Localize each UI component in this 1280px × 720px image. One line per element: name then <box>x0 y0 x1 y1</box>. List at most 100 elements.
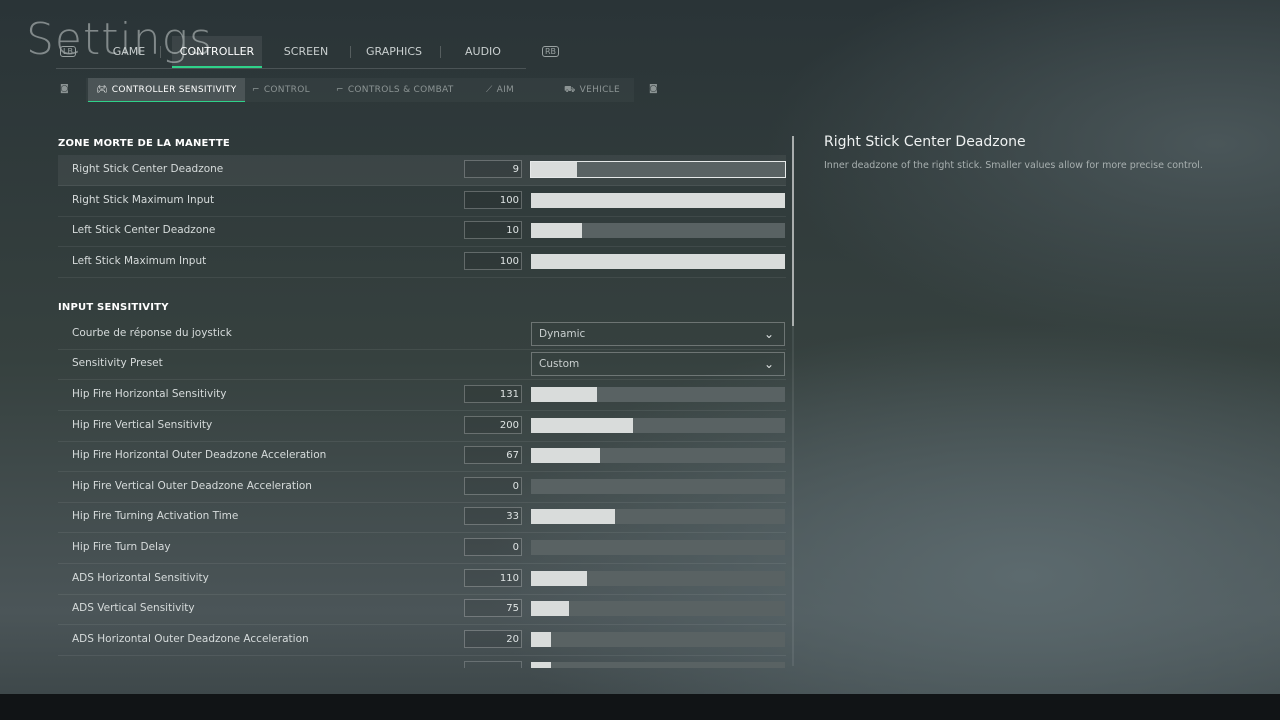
setting-label: Hip Fire Horizontal Sensitivity <box>72 388 227 400</box>
value-input[interactable]: 200 <box>464 416 522 434</box>
setting-label: ADS Horizontal Outer Deadzone Accelerati… <box>72 633 309 645</box>
dropdown-value: Dynamic <box>539 328 586 340</box>
slider-fill <box>531 254 785 269</box>
slider-track[interactable] <box>531 632 785 647</box>
slider-track[interactable] <box>531 254 785 269</box>
subtab-vehicle[interactable]: ⛟ VEHICLE <box>564 78 620 102</box>
setting-label: Hip Fire Turning Activation Time <box>72 510 239 522</box>
setting-row[interactable]: Right Stick Center Deadzone 9 <box>58 155 786 186</box>
section-title-sensitivity: INPUT SENSITIVITY <box>58 302 169 313</box>
slider-track[interactable] <box>531 223 785 238</box>
main-tabs: LB GAME CONTROLLER SCREEN GRAPHICS AUDIO… <box>56 36 560 69</box>
setting-row[interactable]: ADS Horizontal Sensitivity 110 <box>58 564 786 595</box>
value-input[interactable]: 67 <box>464 446 522 464</box>
tab-divider <box>160 46 161 58</box>
value-input[interactable]: 33 <box>464 507 522 525</box>
section-title-deadzone: ZONE MORTE DE LA MANETTE <box>58 138 230 149</box>
setting-row[interactable]: Hip Fire Horizontal Sensitivity 131 <box>58 380 786 411</box>
slider-track[interactable] <box>531 540 785 555</box>
setting-row[interactable]: Hip Fire Vertical Sensitivity 200 <box>58 411 786 442</box>
setting-row[interactable]: Left Stick Center Deadzone 10 <box>58 216 786 247</box>
rifle-icon: ⌐ <box>336 85 344 95</box>
rt-trigger-icon: ◙ <box>649 84 658 94</box>
slider-track[interactable] <box>531 387 785 402</box>
slider-track[interactable] <box>531 571 785 586</box>
subtab-control[interactable]: ⌐ CONTROL <box>252 78 310 102</box>
setting-row[interactable]: Sensitivity Preset Custom ⌄ <box>58 349 786 380</box>
value-input[interactable]: 100 <box>464 252 522 270</box>
dropdown-select[interactable]: Custom ⌄ <box>531 352 785 376</box>
slider-fill <box>531 509 615 524</box>
subtab-label: CONTROLLER SENSITIVITY <box>111 85 237 95</box>
tab-game[interactable]: GAME <box>100 36 158 68</box>
setting-label: Sensitivity Preset <box>72 357 163 369</box>
chevron-down-icon: ⌄ <box>763 327 774 341</box>
subtab-label: VEHICLE <box>579 85 620 95</box>
setting-row[interactable]: Left Stick Maximum Input 100 <box>58 247 786 278</box>
setting-label: ADS Horizontal Sensitivity <box>72 572 209 584</box>
slider-track[interactable] <box>531 479 785 494</box>
setting-label: Courbe de réponse du joystick <box>72 327 232 339</box>
tab-divider <box>350 46 351 58</box>
tab-graphics[interactable]: GRAPHICS <box>362 36 426 68</box>
slider-fill <box>531 632 552 647</box>
tab-audio[interactable]: AUDIO <box>456 36 510 68</box>
vehicle-icon: ⛟ <box>564 85 576 95</box>
slider-fill <box>531 162 577 177</box>
setting-row[interactable]: Hip Fire Vertical Outer Deadzone Acceler… <box>58 472 786 503</box>
bottom-bar <box>0 694 1280 720</box>
value-input[interactable] <box>464 661 522 668</box>
value-input[interactable]: 9 <box>464 160 522 178</box>
slider-track[interactable] <box>531 662 785 668</box>
tab-controller[interactable]: CONTROLLER <box>172 36 262 68</box>
setting-row[interactable]: Hip Fire Turning Activation Time 33 <box>58 502 786 533</box>
gamepad-icon: 🎮︎ <box>96 85 108 95</box>
setting-row[interactable]: Hip Fire Horizontal Outer Deadzone Accel… <box>58 441 786 472</box>
subtab-label: CONTROLS & COMBAT <box>347 85 454 95</box>
subtab-aim[interactable]: ⟋ AIM <box>486 78 514 102</box>
subtab-label: AIM <box>496 85 515 95</box>
setting-label: Hip Fire Vertical Sensitivity <box>72 419 213 431</box>
slider-fill <box>531 662 552 668</box>
slider-fill <box>531 223 582 238</box>
setting-row[interactable]: Courbe de réponse du joystick Dynamic ⌄ <box>58 319 786 350</box>
value-input[interactable]: 20 <box>464 630 522 648</box>
slider-track[interactable] <box>531 193 785 208</box>
setting-label: Right Stick Center Deadzone <box>72 163 224 175</box>
setting-row[interactable]: Right Stick Maximum Input 100 <box>58 186 786 217</box>
setting-row[interactable]: Hip Fire Turn Delay 0 <box>58 533 786 564</box>
setting-label: Left Stick Maximum Input <box>72 255 207 267</box>
value-input[interactable]: 10 <box>464 221 522 239</box>
subtab-controls-combat[interactable]: ⌐ CONTROLS & COMBAT <box>336 78 454 102</box>
slider-fill <box>531 387 598 402</box>
value-input[interactable]: 0 <box>464 477 522 495</box>
slider-track[interactable] <box>531 418 785 433</box>
sub-tabs: 🎮︎ CONTROLLER SENSITIVITY ⌐ CONTROL ⌐ CONTR… <box>86 78 634 102</box>
scrollbar[interactable] <box>792 136 794 666</box>
setting-row[interactable]: ADS Horizontal Outer Deadzone Accelerati… <box>58 625 786 656</box>
slider-track[interactable] <box>530 161 786 178</box>
value-input[interactable]: 110 <box>464 569 522 587</box>
lb-bumper-icon: LB <box>60 46 76 57</box>
subtab-controller-sensitivity[interactable]: 🎮︎ CONTROLLER SENSITIVITY <box>88 78 245 102</box>
slider-fill <box>531 571 587 586</box>
subtab-label: CONTROL <box>263 85 310 95</box>
value-input[interactable]: 131 <box>464 385 522 403</box>
chevron-down-icon: ⌄ <box>763 357 774 371</box>
setting-row-clipped[interactable] <box>58 658 786 668</box>
slider-track[interactable] <box>531 601 785 616</box>
value-input[interactable]: 0 <box>464 538 522 556</box>
dropdown-select[interactable]: Dynamic ⌄ <box>531 322 785 346</box>
slider-track[interactable] <box>531 509 785 524</box>
setting-label: Left Stick Center Deadzone <box>72 224 216 236</box>
description-title: Right Stick Center Deadzone <box>824 134 1026 150</box>
slider-track[interactable] <box>531 448 785 463</box>
tab-screen[interactable]: SCREEN <box>276 36 336 68</box>
lt-trigger-icon: ◙ <box>60 84 69 94</box>
setting-row[interactable]: ADS Vertical Sensitivity 75 <box>58 594 786 625</box>
slider-fill <box>531 193 785 208</box>
scrollbar-thumb[interactable] <box>792 136 794 326</box>
tab-divider <box>440 46 441 58</box>
value-input[interactable]: 100 <box>464 191 522 209</box>
value-input[interactable]: 75 <box>464 599 522 617</box>
